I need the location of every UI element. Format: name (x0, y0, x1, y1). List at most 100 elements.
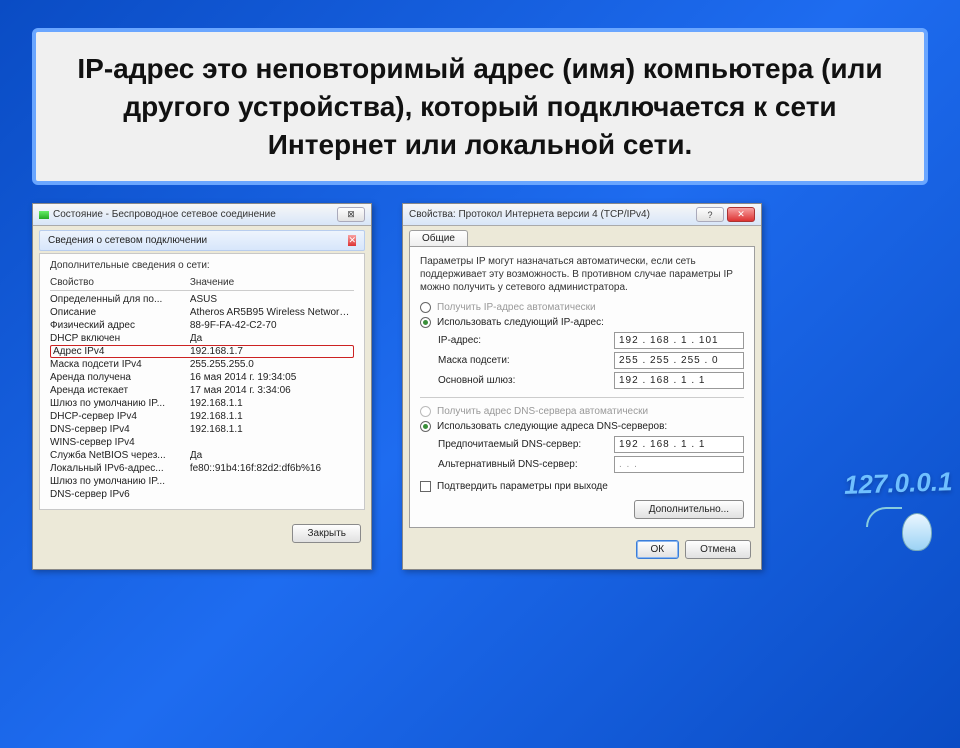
property-value: 16 мая 2014 г. 19:34:05 (190, 372, 354, 383)
close-button[interactable]: Закрыть (292, 524, 361, 543)
property-list: Определенный для по...ASUSОписаниеAthero… (50, 293, 354, 501)
subnet-mask-row: Маска подсети: 255 . 255 . 255 . 0 (438, 352, 744, 369)
table-header: Свойство Значение (50, 277, 354, 291)
property-name: Аренда истекает (50, 385, 190, 396)
preferred-dns-input[interactable]: 192 . 168 . 1 . 1 (614, 436, 744, 453)
ipv4-title: Свойства: Протокол Интернета версии 4 (T… (409, 209, 650, 220)
radio-use-following-dns[interactable]: Использовать следующие адреса DNS-сервер… (420, 421, 744, 432)
property-name: DNS-сервер IPv6 (50, 489, 190, 500)
property-name: Описание (50, 307, 190, 318)
table-row: Физический адрес88-9F-FA-42-C2-70 (50, 319, 354, 332)
radio-icon (420, 302, 431, 313)
status-dialog: Состояние - Беспроводное сетевое соедине… (32, 203, 372, 570)
tab-strip: Общие (403, 226, 761, 246)
checkbox-icon (420, 481, 431, 492)
table-row: Аренда истекает17 мая 2014 г. 3:34:06 (50, 384, 354, 397)
cancel-button[interactable]: Отмена (685, 540, 751, 559)
help-icon[interactable]: ? (696, 207, 724, 222)
default-gateway-input[interactable]: 192 . 168 . 1 . 1 (614, 372, 744, 389)
slide-header: IP-адрес это неповторимый адрес (имя) ко… (32, 28, 928, 185)
table-row: Локальный IPv6-адрес...fe80::91b4:16f:82… (50, 462, 354, 475)
property-value: 88-9F-FA-42-C2-70 (190, 320, 354, 331)
property-name: Адрес IPv4 (53, 346, 190, 357)
radio-obtain-dns-auto[interactable]: Получить адрес DNS-сервера автоматически (420, 406, 744, 417)
subnet-mask-label: Маска подсети: (438, 355, 510, 366)
radio-selected-icon (420, 421, 431, 432)
property-value: ASUS (190, 294, 354, 305)
table-row: Аренда получена16 мая 2014 г. 19:34:05 (50, 371, 354, 384)
radio-selected-icon (420, 317, 431, 328)
radio-obtain-ip-auto[interactable]: Получить IP-адрес автоматически (420, 302, 744, 313)
slide-title: IP-адрес это неповторимый адрес (имя) ко… (60, 50, 900, 163)
close-icon[interactable] (348, 235, 356, 246)
property-value: 192.168.1.7 (190, 346, 351, 357)
property-name: DHCP-сервер IPv4 (50, 411, 190, 422)
property-value: Да (190, 450, 354, 461)
advanced-button[interactable]: Дополнительно... (634, 500, 744, 519)
property-name: Определенный для по... (50, 294, 190, 305)
status-titlebar: Состояние - Беспроводное сетевое соедине… (33, 204, 371, 226)
preferred-dns-row: Предпочитаемый DNS-сервер: 192 . 168 . 1… (438, 436, 744, 453)
property-name: Физический адрес (50, 320, 190, 331)
property-value: Atheros AR5B95 Wireless Network Adapt (190, 307, 354, 318)
table-row: Определенный для по...ASUS (50, 293, 354, 306)
property-name: Шлюз по умолчанию IP... (50, 476, 190, 487)
property-value (190, 437, 354, 448)
mouse-illustration (872, 513, 932, 553)
ipv4-footer: ОК Отмена (403, 534, 761, 569)
property-name: Шлюз по умолчанию IP... (50, 398, 190, 409)
radio-disabled-icon (420, 406, 431, 417)
tab-general[interactable]: Общие (409, 230, 468, 246)
property-value (190, 476, 354, 487)
dialogs-row: Состояние - Беспроводное сетевое соедине… (0, 203, 960, 570)
table-row: Шлюз по умолчанию IP... (50, 475, 354, 488)
alternate-dns-row: Альтернативный DNS-сервер: . . . (438, 456, 744, 473)
close-icon[interactable] (727, 207, 755, 222)
ok-button[interactable]: ОК (636, 540, 680, 559)
status-body: Дополнительные сведения о сети: Свойство… (39, 253, 365, 510)
table-row: DNS-сервер IPv6 (50, 488, 354, 501)
property-value: 192.168.1.1 (190, 424, 354, 435)
table-row: DHCP-сервер IPv4192.168.1.1 (50, 410, 354, 423)
property-name: Служба NetBIOS через... (50, 450, 190, 461)
property-value: 255.255.255.0 (190, 359, 354, 370)
status-title: Состояние - Беспроводное сетевое соедине… (39, 209, 276, 220)
titlebar-close-disabled-icon[interactable]: ⊠ (337, 207, 365, 222)
subnet-mask-input[interactable]: 255 . 255 . 255 . 0 (614, 352, 744, 369)
ipv4-properties-dialog: Свойства: Протокол Интернета версии 4 (T… (402, 203, 762, 570)
details-section-header: Сведения о сетевом подключении (39, 230, 365, 251)
ip-address-row: IP-адрес: 192 . 168 . 1 . 101 (438, 332, 744, 349)
divider (420, 397, 744, 398)
table-row: Маска подсети IPv4255.255.255.0 (50, 358, 354, 371)
property-value (190, 489, 354, 500)
validate-settings-row[interactable]: Подтвердить параметры при выходе (420, 481, 744, 492)
table-row: DHCP включенДа (50, 332, 354, 345)
radio-use-following-ip[interactable]: Использовать следующий IP-адрес: (420, 317, 744, 328)
property-name: Локальный IPv6-адрес... (50, 463, 190, 474)
property-value: Да (190, 333, 354, 344)
property-name: DHCP включен (50, 333, 190, 344)
status-footer: Закрыть (33, 516, 371, 551)
table-row: WINS-сервер IPv4 (50, 436, 354, 449)
table-row: ОписаниеAtheros AR5B95 Wireless Network … (50, 306, 354, 319)
property-name: Маска подсети IPv4 (50, 359, 190, 370)
alternate-dns-label: Альтернативный DNS-сервер: (438, 459, 578, 470)
details-label: Дополнительные сведения о сети: (50, 260, 354, 271)
property-name: DNS-сервер IPv4 (50, 424, 190, 435)
panel-footer: Дополнительно... (420, 500, 744, 519)
default-gateway-row: Основной шлюз: 192 . 168 . 1 . 1 (438, 372, 744, 389)
property-value: 192.168.1.1 (190, 411, 354, 422)
table-row: Служба NetBIOS через...Да (50, 449, 354, 462)
table-row: Адрес IPv4192.168.1.7 (50, 345, 354, 358)
property-value: 17 мая 2014 г. 3:34:06 (190, 385, 354, 396)
col-property: Свойство (50, 277, 190, 288)
ipv4-titlebar: Свойства: Протокол Интернета версии 4 (T… (403, 204, 761, 226)
ip-address-input[interactable]: 192 . 168 . 1 . 101 (614, 332, 744, 349)
property-value: 192.168.1.1 (190, 398, 354, 409)
ipv4-panel: Параметры IP могут назначаться автоматич… (409, 246, 755, 528)
preferred-dns-label: Предпочитаемый DNS-сервер: (438, 439, 581, 450)
default-gateway-label: Основной шлюз: (438, 375, 515, 386)
alternate-dns-input[interactable]: . . . (614, 456, 744, 473)
mouse-body-icon (902, 513, 932, 551)
col-value: Значение (190, 277, 354, 288)
